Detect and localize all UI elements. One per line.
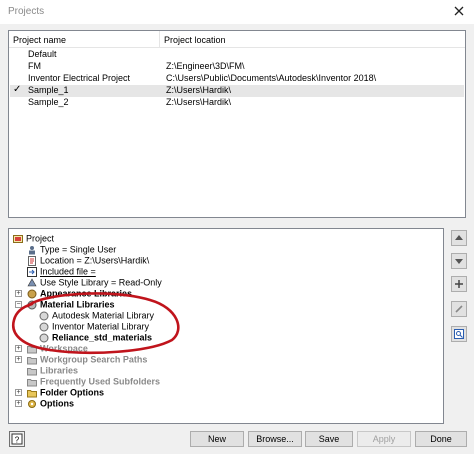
- project-name: Sample_1: [28, 85, 69, 95]
- expand-icon[interactable]: +: [15, 290, 22, 297]
- project-location: Z:\Users\Hardik\: [166, 85, 232, 95]
- find-icon: [454, 329, 464, 339]
- expand-icon[interactable]: +: [15, 345, 22, 352]
- tree-options[interactable]: + Options: [15, 398, 74, 410]
- expand-icon[interactable]: +: [15, 389, 22, 396]
- column-project-name[interactable]: Project name: [13, 35, 66, 45]
- material-icon: [39, 322, 49, 332]
- save-button[interactable]: Save: [305, 431, 353, 447]
- edit-path-button[interactable]: [451, 301, 467, 317]
- column-project-location[interactable]: Project location: [164, 35, 226, 45]
- edit-icon: [455, 305, 463, 313]
- folder-icon: [27, 345, 37, 354]
- project-list[interactable]: Project name ^ Project location Default …: [8, 30, 466, 218]
- project-settings-tree[interactable]: Project Type = Single User Location = Z:…: [8, 228, 444, 424]
- folder-icon: [27, 367, 37, 376]
- project-row-fm[interactable]: FM Z:\Engineer\3D\FM\: [10, 61, 464, 73]
- document-icon: [28, 255, 36, 266]
- appearance-library-icon: [27, 289, 37, 299]
- project-location: C:\Users\Public\Documents\Autodesk\Inven…: [166, 73, 377, 83]
- collapse-icon[interactable]: −: [15, 301, 22, 308]
- add-path-button[interactable]: [451, 276, 467, 292]
- project-row-sample-1[interactable]: ✓ Sample_1 Z:\Users\Hardik\: [10, 84, 464, 97]
- project-row-default[interactable]: Default: [10, 49, 464, 61]
- project-location: Z:\Engineer\3D\FM\: [166, 61, 245, 71]
- move-up-button[interactable]: [451, 230, 467, 246]
- help-button[interactable]: ?: [9, 431, 25, 447]
- project-name: FM: [28, 61, 41, 71]
- folder-icon: [27, 378, 37, 387]
- folder-options-icon: [27, 389, 37, 398]
- scroll-down-icon: [455, 259, 463, 264]
- material-library-icon: [27, 300, 37, 310]
- title-bar: Projects: [0, 0, 474, 24]
- add-icon: [455, 280, 463, 288]
- scroll-up-icon: [455, 235, 463, 240]
- active-checkmark-icon: ✓: [13, 84, 22, 95]
- project-name: Sample_2: [28, 97, 69, 107]
- help-icon: ?: [11, 433, 23, 445]
- included-file-icon: [27, 266, 37, 277]
- project-icon: [13, 234, 23, 243]
- project-name: Inventor Electrical Project: [28, 73, 131, 83]
- material-icon: [39, 311, 49, 321]
- svg-text:?: ?: [15, 436, 20, 445]
- expand-icon[interactable]: +: [15, 400, 22, 407]
- project-list-header: Project name ^ Project location: [9, 31, 465, 48]
- sort-ascending-icon: ^: [83, 30, 87, 36]
- style-library-icon: [27, 278, 37, 286]
- find-button[interactable]: [451, 326, 467, 342]
- new-button[interactable]: New: [190, 431, 244, 447]
- project-row-inventor-electrical[interactable]: Inventor Electrical Project C:\Users\Pub…: [10, 73, 464, 85]
- move-down-button[interactable]: [451, 253, 467, 269]
- options-icon: [28, 399, 36, 408]
- project-name: Default: [28, 49, 57, 59]
- window-title: Projects: [8, 6, 45, 17]
- user-icon: [29, 245, 35, 255]
- close-icon[interactable]: [452, 4, 466, 18]
- material-icon: [39, 333, 49, 343]
- browse-button[interactable]: Browse...: [248, 431, 302, 447]
- project-row-sample-2[interactable]: Sample_2 Z:\Users\Hardik\: [10, 97, 464, 109]
- project-location: Z:\Users\Hardik\: [166, 97, 232, 107]
- done-button[interactable]: Done: [415, 431, 467, 447]
- folder-icon: [27, 356, 37, 365]
- apply-button[interactable]: Apply: [357, 431, 411, 447]
- expand-icon[interactable]: +: [15, 356, 22, 363]
